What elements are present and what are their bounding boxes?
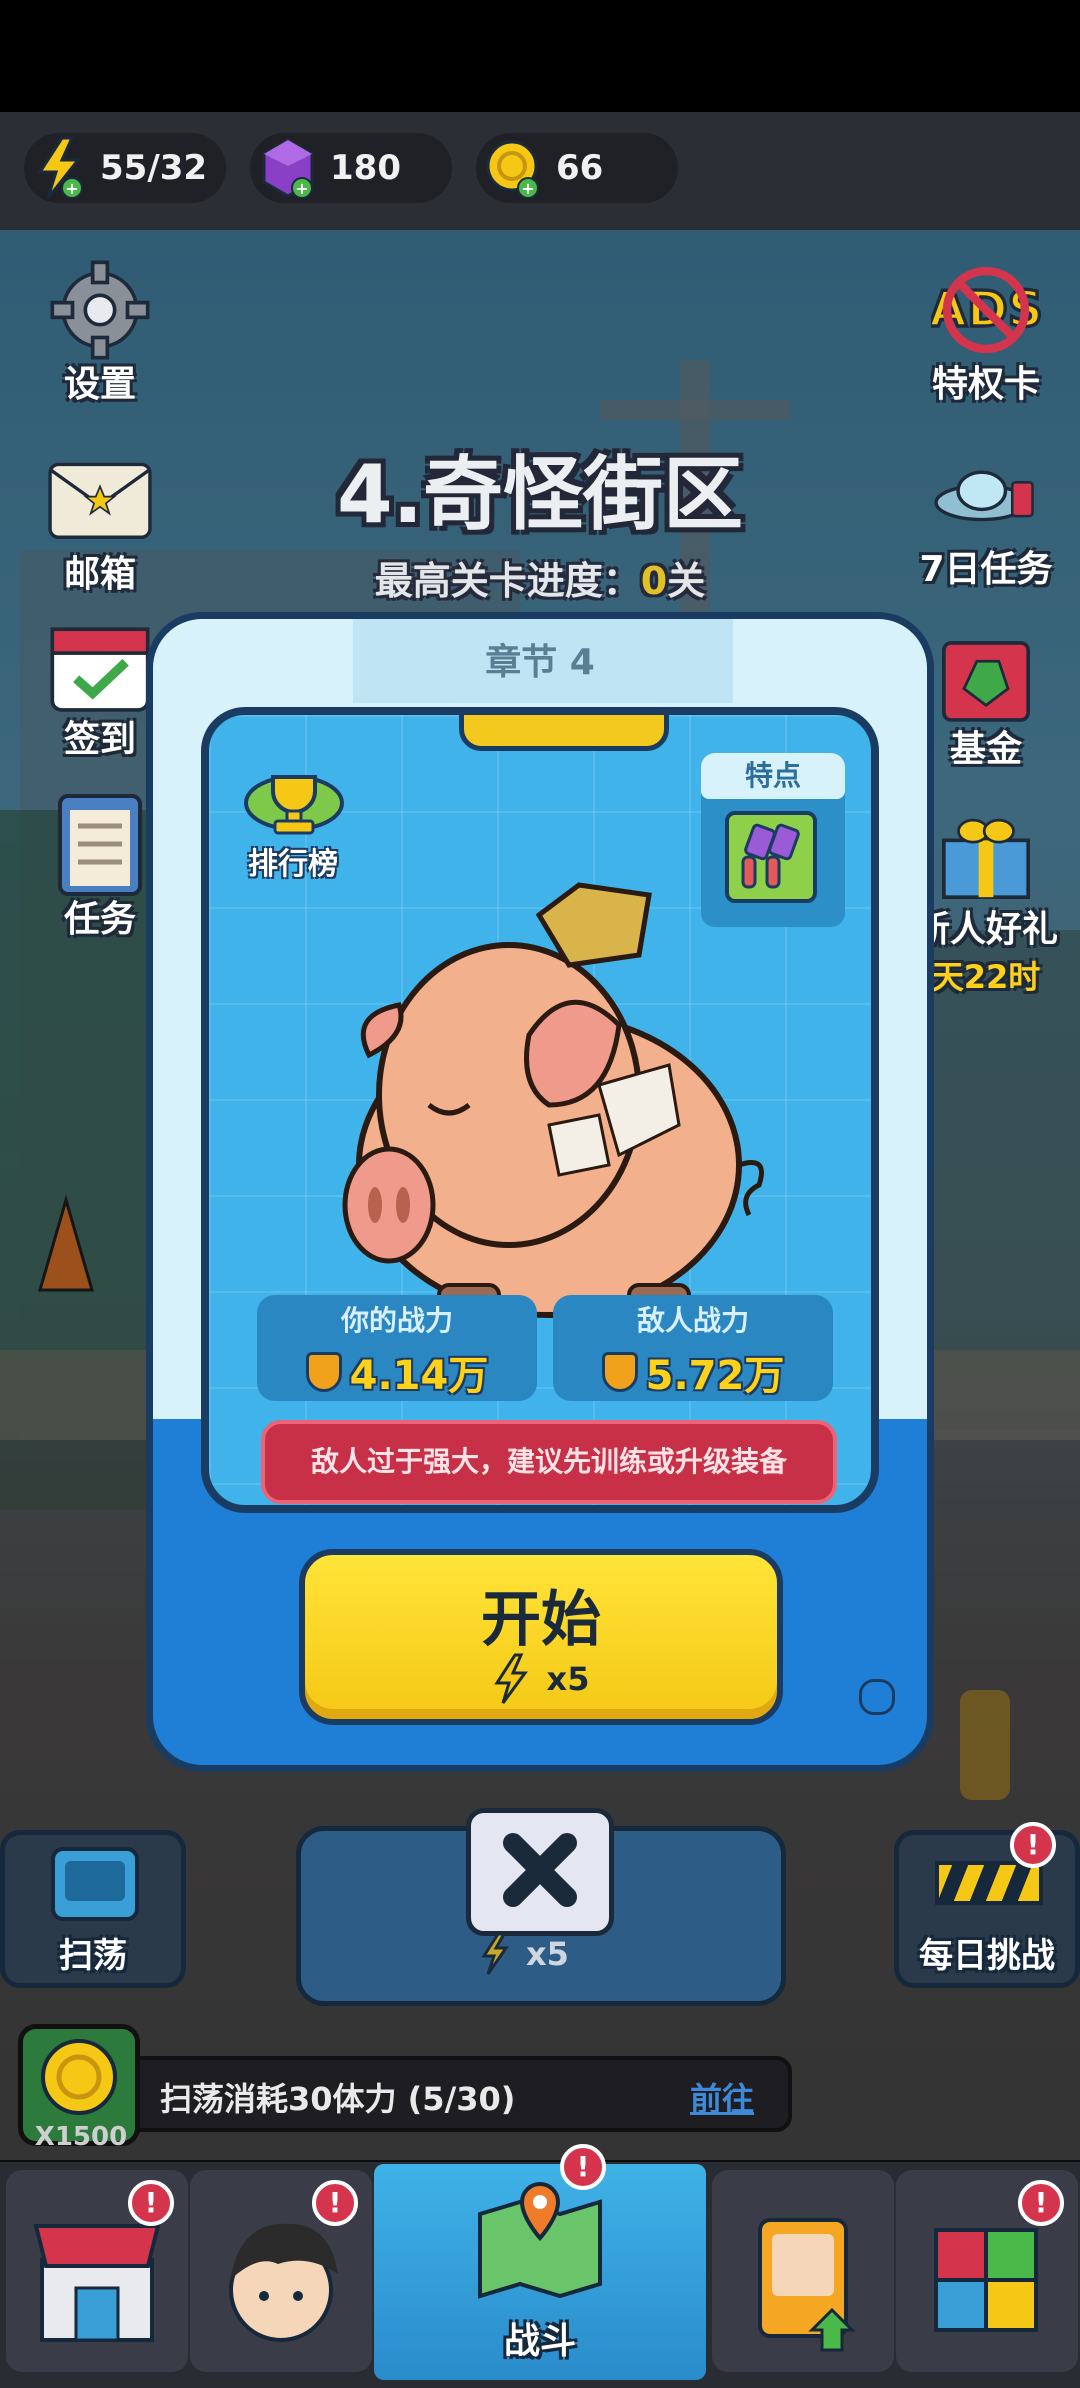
energy-resource[interactable]: + 55/32: [24, 133, 226, 203]
lightning-icon: [493, 1653, 528, 1704]
start-label: 开始: [481, 1585, 601, 1655]
status-bar: [0, 0, 1080, 112]
stage-progress-suffix: 关: [667, 559, 706, 603]
enemy-power-value: 5.72万: [645, 1353, 785, 1399]
close-bar-cost-value: x5: [526, 1935, 569, 1973]
stage-progress-value: 0: [640, 559, 668, 603]
modal-decoration-dot: [859, 1679, 895, 1715]
gift-bag-icon: [942, 641, 1030, 722]
power-warning: 敌人过于强大，建议先训练或升级装备: [261, 1420, 837, 1504]
sweep-info-text: 扫荡消耗30体力 (5/30): [160, 2080, 516, 2118]
shield-icon: [601, 1352, 638, 1392]
close-icon: [503, 1833, 577, 1907]
gem-resource[interactable]: + 180: [250, 133, 452, 203]
daily-challenge-label: 每日挑战: [919, 1936, 1055, 1976]
card-upgrade-icon: [758, 2218, 856, 2352]
start-button[interactable]: 开始 x5: [299, 1549, 783, 1725]
enemy-power-box: 敌人战力 5.72万: [553, 1295, 833, 1401]
my-power-box: 你的战力 4.14万: [257, 1295, 537, 1401]
notification-badge: !: [1018, 2180, 1064, 2226]
gem-value: 180: [330, 148, 401, 188]
settings-button[interactable]: 设置: [20, 255, 180, 407]
notification-badge: !: [128, 2180, 174, 2226]
my-power-label: 你的战力: [340, 1304, 453, 1337]
settings-label: 设置: [63, 364, 136, 405]
gem-icon: +: [262, 138, 314, 199]
shield-icon: [305, 1352, 342, 1392]
notification-badge: !: [1010, 1822, 1056, 1868]
nav-battle-label: 战斗: [503, 2321, 576, 2362]
sweep-coin-count: X1500: [34, 2122, 128, 2152]
start-cost: x5: [305, 1653, 777, 1705]
enemy-power-label: 敌人战力: [636, 1304, 749, 1337]
chapter-modal: 章节 4 排行榜 特点 你的战力 4.14万 敌人战力 5.72万 敌人过于强大…: [146, 612, 934, 1772]
gear-icon: [50, 260, 150, 360]
svg-text:+: +: [65, 179, 78, 198]
pig-boss-illustration: [342, 882, 764, 1318]
robot-icon: [51, 1847, 139, 1921]
stage-title: 4.奇怪街区: [336, 448, 744, 541]
nav-cards-tab[interactable]: [712, 2170, 894, 2372]
coin-icon: [41, 2039, 117, 2115]
calendar-check-icon: [50, 627, 150, 712]
sweep-go-link[interactable]: 前往: [690, 2074, 754, 2120]
close-button[interactable]: [466, 1808, 614, 1936]
panel-tab-decoration: [459, 715, 669, 751]
notification-badge: !: [560, 2144, 606, 2190]
chapter-title: 章节 4: [485, 642, 595, 683]
coin-value: 66: [556, 148, 604, 188]
sweep-label: 扫荡: [59, 1936, 127, 1976]
lightning-icon: +: [37, 136, 83, 199]
my-power-value: 4.14万: [349, 1353, 489, 1399]
lightning-icon: [481, 1932, 509, 1975]
coin-resource[interactable]: + 66: [476, 133, 678, 203]
svg-text:+: +: [521, 179, 534, 198]
close-bar-cost: x5: [480, 1932, 600, 1976]
map-icon: [478, 2181, 602, 2299]
stage-progress-prefix: 最高关卡进度：: [374, 559, 641, 603]
task-list-icon: [58, 794, 142, 896]
feature-label: 特点: [701, 753, 845, 799]
chapter-panel: 排行榜 特点 你的战力 4.14万 敌人战力 5.72万 敌人过于强大，建议先训…: [201, 707, 879, 1513]
stage-progress: 最高关卡进度：0关: [0, 550, 1080, 605]
trophy-icon: [244, 775, 344, 835]
sweep-button[interactable]: 扫荡: [0, 1830, 186, 1988]
start-cost-value: x5: [546, 1660, 590, 1698]
gift-box-icon: [942, 818, 1030, 899]
coin-icon: +: [486, 140, 539, 199]
svg-text:+: +: [295, 179, 308, 198]
notification-badge: !: [312, 2180, 358, 2226]
privilege-card-button[interactable]: ADS 特权卡: [906, 255, 1066, 407]
no-ads-icon: ADS: [927, 266, 1045, 354]
privilege-card-label: 特权卡: [931, 364, 1040, 405]
energy-value: 55/32: [100, 148, 208, 188]
